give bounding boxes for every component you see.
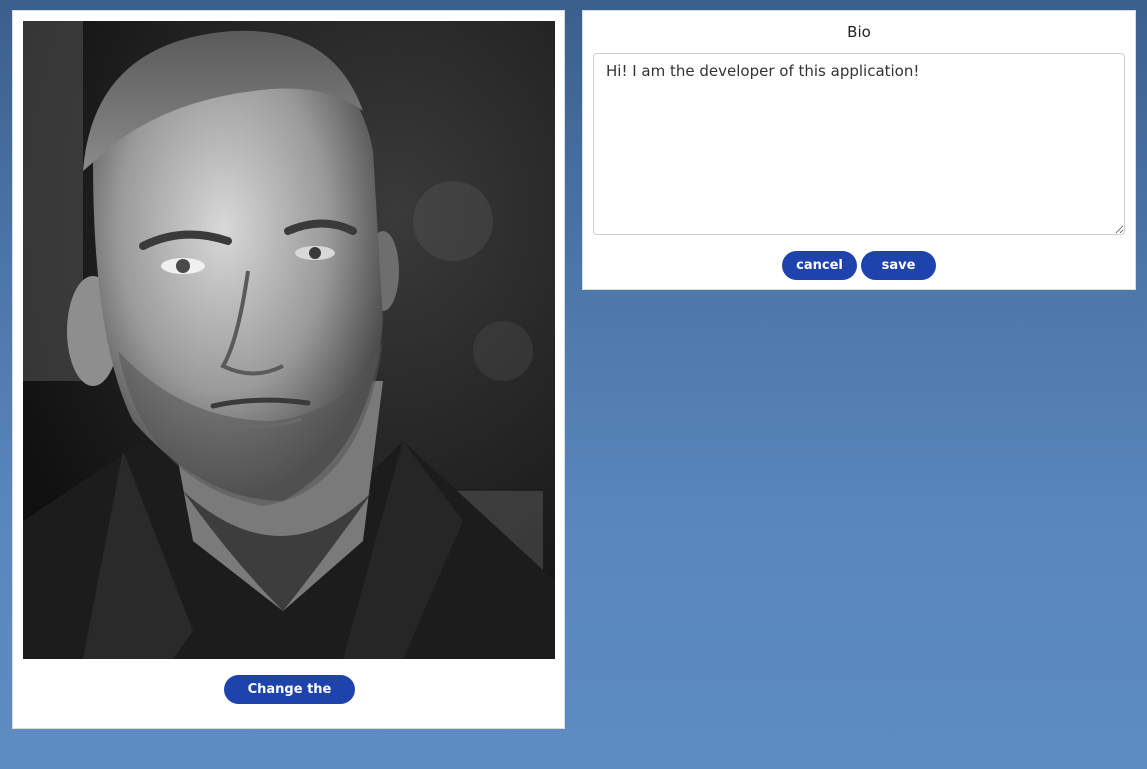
bio-card: Bio Hi! I am the developer of this appli… bbox=[582, 10, 1136, 290]
profile-photo bbox=[23, 21, 555, 659]
cancel-button[interactable]: cancel bbox=[782, 251, 857, 280]
bio-title: Bio bbox=[847, 23, 871, 41]
change-image-button[interactable]: Change the image bbox=[224, 675, 355, 726]
profile-photo-card: Change the image bbox=[12, 10, 565, 729]
save-button[interactable]: save bbox=[861, 251, 936, 280]
bio-textarea[interactable]: Hi! I am the developer of this applicati… bbox=[593, 53, 1125, 235]
